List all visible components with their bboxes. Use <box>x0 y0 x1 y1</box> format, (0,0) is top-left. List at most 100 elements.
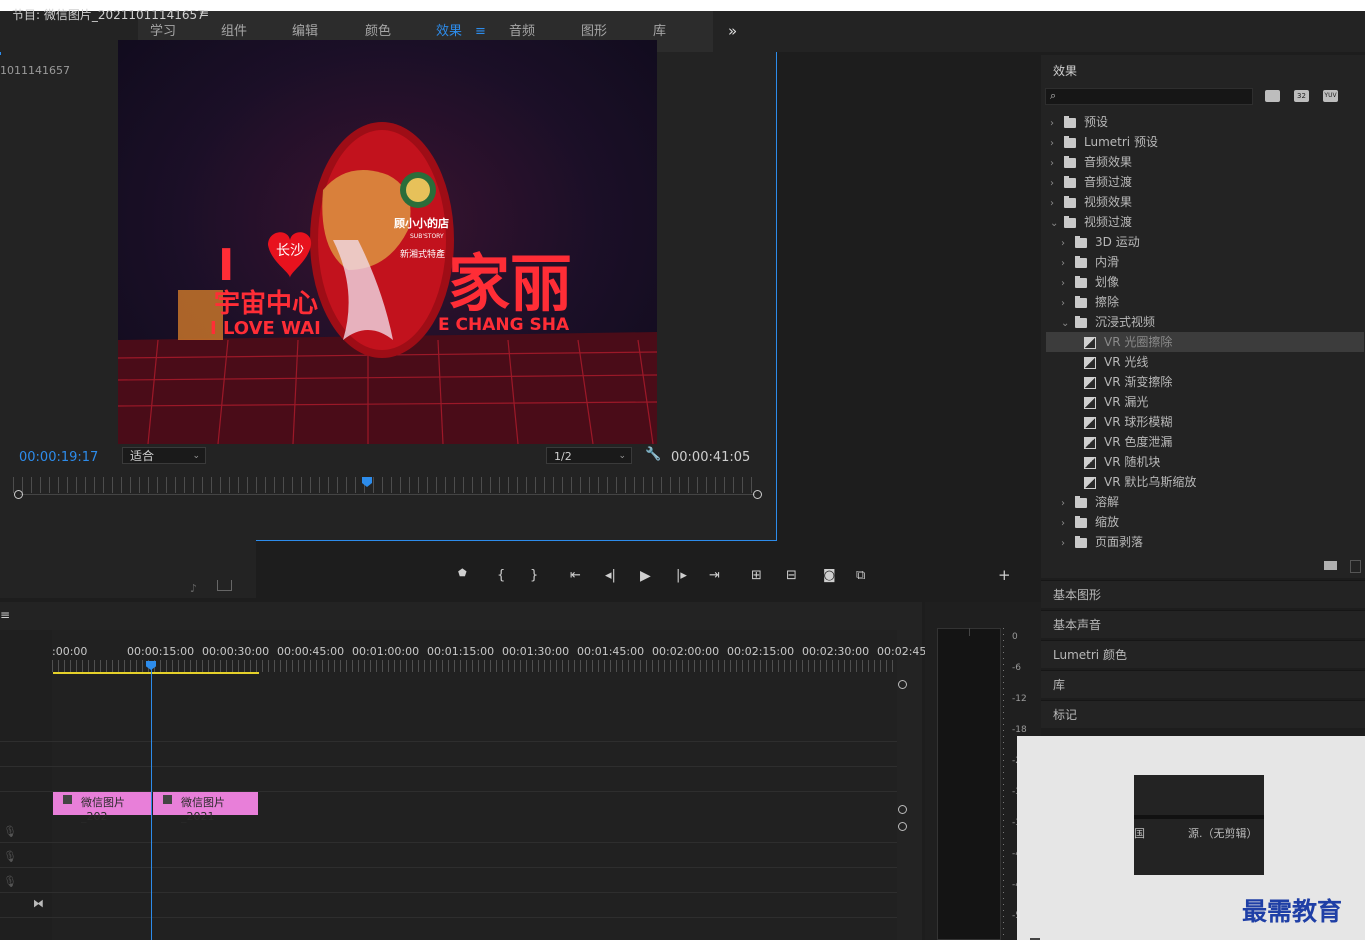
chevron-right-icon[interactable]: › <box>1050 174 1058 194</box>
chevron-right-icon[interactable]: › <box>1050 194 1058 214</box>
v-scroll-handle-top[interactable] <box>898 680 907 689</box>
overlay-thumbnail[interactable]: 国 源.（无剪辑） <box>1134 775 1264 875</box>
effects-panel: 效果 ⌕ 32 YUV › 预设 › Lumetri 预设 › 音频效果 › 音频过渡 › 视频效… <box>1041 55 1365 578</box>
section-lumetri-color[interactable]: Lumetri 颜色 <box>1041 640 1365 668</box>
effects-tree-item[interactable]: ⌄ 视频过渡 <box>1046 212 1364 232</box>
chevron-down-icon[interactable]: ⌄ <box>1061 314 1069 334</box>
ruler-label: 00:01:00:00 <box>352 645 420 658</box>
effects-tree-item[interactable]: › 划像 <box>1046 272 1364 292</box>
chevron-right-icon[interactable]: › <box>1061 514 1069 534</box>
section-essential-graphics[interactable]: 基本图形 <box>1041 580 1365 608</box>
go-to-in-icon[interactable]: ⇤ <box>570 568 581 583</box>
effects-tree-item[interactable]: › 视频效果 <box>1046 192 1364 212</box>
effects-tree-item[interactable]: › 擦除 <box>1046 292 1364 312</box>
comparison-view-icon[interactable]: ⧉ <box>856 568 865 583</box>
accelerated-effects-icon[interactable] <box>1265 90 1280 102</box>
video-track-3[interactable] <box>0 716 897 742</box>
microphone-icon[interactable]: 🎙 <box>3 850 17 863</box>
effects-tree-item[interactable]: › 音频过渡 <box>1046 172 1364 192</box>
program-menu-icon[interactable]: ≡ <box>199 6 209 20</box>
effects-tree-item[interactable]: VR 色度泄漏 <box>1046 432 1364 452</box>
effects-tree-item[interactable]: ⌄ 沉浸式视频 <box>1046 312 1364 332</box>
program-scroll-track[interactable] <box>20 494 755 495</box>
section-markers[interactable]: 标记 <box>1041 700 1365 728</box>
delete-icon[interactable] <box>1350 560 1361 573</box>
new-bin-icon[interactable] <box>1324 561 1337 570</box>
settings-wrench-icon[interactable]: 🔧 <box>645 447 661 462</box>
effects-tree-label: VR 色度泄漏 <box>1104 435 1173 449</box>
effects-tree-item[interactable]: VR 默比乌斯缩放 <box>1046 472 1364 492</box>
lift-icon[interactable]: ⊞ <box>751 568 762 583</box>
chevron-right-icon[interactable]: › <box>1050 114 1058 134</box>
insert-audio-icon[interactable]: ♪ <box>190 582 197 595</box>
add-marker-icon[interactable]: ⬟ <box>458 568 467 579</box>
chevron-right-icon[interactable]: › <box>1061 234 1069 254</box>
chevron-right-icon[interactable]: › <box>1061 534 1069 554</box>
effects-tree-item[interactable]: › 3D 运动 <box>1046 232 1364 252</box>
effects-tree-item[interactable]: › 缩放 <box>1046 512 1364 532</box>
program-scroll-handle-right[interactable] <box>753 490 762 499</box>
effects-tree-item[interactable]: VR 光线 <box>1046 352 1364 372</box>
clip[interactable]: 微信图片_2021 <box>153 792 258 823</box>
effects-tree-item[interactable]: › Lumetri 预设 <box>1046 132 1364 152</box>
effects-tree-label: Lumetri 预设 <box>1084 135 1158 149</box>
32bit-effects-icon[interactable]: 32 <box>1294 90 1309 102</box>
chevron-right-icon[interactable]: › <box>1061 294 1069 314</box>
folder-icon <box>1075 235 1087 248</box>
video-frame[interactable]: I 长沙 宇宙中心 I LOVE WAI E CHANG SHA 家丽 顾小小的… <box>118 40 657 444</box>
chevron-right-icon[interactable]: › <box>1061 494 1069 514</box>
play-icon[interactable]: ▶ <box>640 568 651 584</box>
microphone-icon[interactable]: 🎙 <box>3 875 17 888</box>
effects-tree-item[interactable]: VR 漏光 <box>1046 392 1364 412</box>
program-scroll-handle-left[interactable] <box>14 490 23 499</box>
export-frame-icon[interactable]: ◙ <box>823 568 836 583</box>
go-to-out-icon[interactable]: ⇥ <box>709 568 720 583</box>
chevron-down-icon[interactable]: ⌄ <box>1050 214 1058 234</box>
work-area-bar[interactable] <box>53 672 259 674</box>
timeline-menu-icon[interactable]: ≡ <box>0 608 10 622</box>
audio-track-2[interactable] <box>0 842 897 868</box>
effects-tree-item[interactable]: › 预设 <box>1046 112 1364 132</box>
export-frame-icon[interactable] <box>217 580 232 591</box>
v-scroll-handle-bottom[interactable] <box>898 822 907 831</box>
master-track[interactable] <box>0 892 897 918</box>
zoom-select[interactable]: 适合 ⌄ <box>122 447 206 464</box>
audio-track-3[interactable] <box>0 867 897 893</box>
chevron-right-icon[interactable]: › <box>1061 274 1069 294</box>
yuv-effects-icon[interactable]: YUV <box>1323 90 1338 102</box>
effects-tree-item[interactable]: VR 光圈擦除 <box>1046 332 1364 352</box>
effects-tree-item[interactable]: VR 渐变擦除 <box>1046 372 1364 392</box>
program-current-timecode[interactable]: 00:00:19:17 <box>19 450 98 465</box>
effects-tree-item[interactable]: › 页面剥落 <box>1046 532 1364 552</box>
video-track-1[interactable] <box>0 766 897 792</box>
effects-tree-item[interactable]: › 音频效果 <box>1046 152 1364 172</box>
v-scroll-handle-mid[interactable] <box>898 805 907 814</box>
effects-tree-item[interactable]: › 内滑 <box>1046 252 1364 272</box>
effects-tree-item[interactable]: › 溶解 <box>1046 492 1364 512</box>
clip[interactable]: 微信图片_202 <box>53 792 151 823</box>
microphone-icon[interactable]: 🎙 <box>3 825 17 838</box>
video-track-2[interactable] <box>0 741 897 767</box>
effects-tree-label: 溶解 <box>1095 495 1120 509</box>
chevron-right-icon[interactable]: › <box>1050 134 1058 154</box>
mark-out-icon[interactable]: } <box>530 568 538 583</box>
ruler-label: :00:00 <box>52 645 88 658</box>
workspace-overflow-icon[interactable]: » <box>728 11 737 52</box>
button-editor-icon[interactable]: + <box>998 566 1011 584</box>
chevron-right-icon[interactable]: › <box>1061 254 1069 274</box>
effects-tree-label: 页面剥落 <box>1095 535 1144 549</box>
section-essential-sound[interactable]: 基本声音 <box>1041 610 1365 638</box>
effects-tree-item[interactable]: VR 球形模糊 <box>1046 412 1364 432</box>
go-to-master-icon[interactable]: ⧓ <box>33 897 44 910</box>
effects-search-input[interactable]: ⌕ <box>1045 88 1253 105</box>
mark-in-icon[interactable]: { <box>497 568 505 583</box>
extract-icon[interactable]: ⊟ <box>786 568 797 583</box>
effects-tree-label: 预设 <box>1084 115 1109 129</box>
step-back-icon[interactable]: ◂| <box>605 568 616 583</box>
effects-tree-item[interactable]: VR 随机块 <box>1046 452 1364 472</box>
program-ruler[interactable] <box>13 477 758 493</box>
resolution-select[interactable]: 1/2 ⌄ <box>546 447 632 464</box>
section-libraries[interactable]: 库 <box>1041 670 1365 698</box>
chevron-right-icon[interactable]: › <box>1050 154 1058 174</box>
step-forward-icon[interactable]: |▸ <box>676 568 687 583</box>
